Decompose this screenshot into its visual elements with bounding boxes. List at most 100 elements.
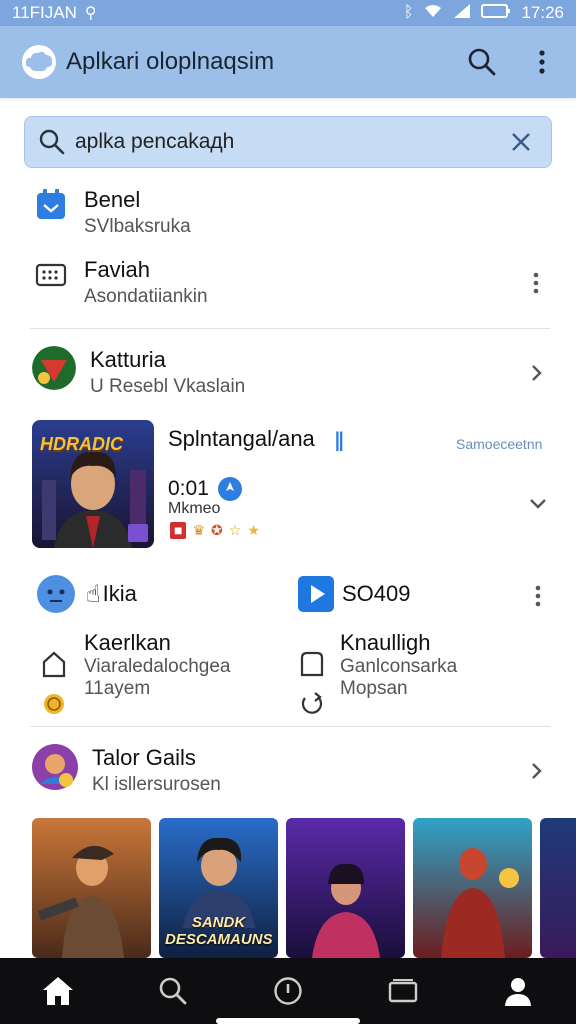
section-avatar — [32, 744, 78, 790]
grid-more-button[interactable] — [522, 580, 554, 612]
search-button[interactable] — [466, 46, 498, 78]
game-thumbnail[interactable] — [32, 818, 151, 958]
search-input[interactable] — [75, 130, 505, 154]
keyboard-icon — [32, 256, 70, 294]
featured-game-name[interactable]: Splntangal/ana — [168, 426, 315, 452]
featured-game-subtitle: Mkmeo — [168, 500, 221, 517]
search-icon — [159, 977, 187, 1005]
grid-item-subtitle: Ganlconsarka — [340, 656, 458, 677]
status-time: 17:26 — [521, 3, 564, 22]
profile-icon — [505, 978, 532, 1006]
star-outline-icon: ☆ — [228, 522, 242, 538]
section-open-button[interactable] — [520, 755, 552, 787]
grid-item-meta: 11ayem — [84, 678, 151, 699]
grid-item-ikia[interactable]: ☝ Ikia — [36, 574, 137, 614]
more-vert-icon — [535, 585, 541, 607]
play-store-icon — [298, 576, 334, 612]
game-thumbnail[interactable] — [413, 818, 532, 958]
open-button[interactable] — [520, 357, 552, 389]
grid-item-kaerlkan[interactable]: Kaerlkan Viaraledalochgea 11ayem — [40, 630, 231, 716]
nav-search-button[interactable] — [149, 967, 197, 1015]
grid-item-title: Knaulligh — [340, 630, 431, 655]
list-item-subtitle: U Resebl Vkaslain — [90, 376, 246, 397]
search-icon — [39, 129, 65, 155]
award-icon: ✪ — [211, 522, 223, 538]
inbox-icon — [32, 186, 70, 224]
divider — [30, 726, 550, 727]
grid-item-subtitle: Viaraledalochgea — [84, 656, 231, 677]
app-logo-icon — [22, 45, 56, 79]
featured-game-tag[interactable]: Samoeceetnn — [456, 436, 542, 452]
chevron-down-icon — [530, 499, 546, 509]
nav-updates-button[interactable] — [264, 967, 312, 1015]
home-icon — [42, 977, 73, 1005]
featured-game-thumbnail[interactable]: HDRADIC — [32, 420, 154, 548]
grid-item-knaulligh[interactable]: Knaulligh Ganlconsarka Mopsan — [298, 630, 457, 716]
signal-icon — [453, 3, 471, 24]
rating-value: 0:01 — [168, 477, 209, 500]
nav-profile-button[interactable] — [494, 967, 542, 1015]
list-item-subtitle: Asondatiiankin — [84, 286, 208, 307]
game-thumbnail[interactable] — [286, 818, 405, 958]
status-bar: 11FIJAN ⚲ ᛒ 17:26 — [0, 0, 576, 26]
featured-game-logo-text: HDRADIC — [40, 434, 123, 454]
bottom-navigation — [0, 958, 576, 1024]
download-badge-icon — [217, 477, 242, 501]
nav-home-button[interactable] — [34, 967, 82, 1015]
search-bar — [24, 116, 552, 168]
battery-icon — [481, 3, 511, 24]
section-subtitle: Kl isllersurosen — [92, 774, 221, 795]
star-icon: ★ — [247, 522, 260, 538]
crown-icon: ♛ — [192, 522, 206, 538]
game-carousel[interactable]: SANDK DESCAMAUNS — [32, 818, 576, 958]
grid-item-title: Ikia — [102, 581, 137, 606]
search-icon — [468, 48, 496, 76]
more-vert-icon — [533, 272, 539, 294]
expand-button[interactable] — [522, 488, 554, 520]
section-header[interactable]: Talor Gails Kl isllersurosen — [32, 744, 552, 798]
verified-icon: ∥ — [334, 430, 344, 452]
age-rating-icon: ■ — [170, 522, 187, 539]
nav-library-button[interactable] — [379, 967, 427, 1015]
face-icon — [37, 575, 75, 613]
list-item-title: Benel — [84, 187, 141, 212]
list-item-title: Faviah — [84, 257, 151, 282]
grid-item-so409[interactable]: SO409 — [298, 576, 411, 612]
grid-item-title: SO409 — [342, 581, 411, 606]
timer-icon — [44, 694, 64, 714]
chevron-right-icon — [532, 763, 542, 779]
refresh-icon — [301, 692, 323, 714]
item-more-button[interactable] — [520, 267, 552, 299]
notification-icon: ⚲ — [84, 5, 97, 22]
more-vert-icon — [539, 50, 545, 74]
wifi-icon — [423, 3, 443, 24]
section-title: Talor Gails — [92, 745, 196, 770]
library-icon — [388, 979, 418, 1003]
game-thumbnail[interactable]: SANDK DESCAMAUNS — [159, 818, 278, 958]
grid-item-meta: Mopsan — [340, 678, 408, 699]
list-item-benel[interactable]: Benel SVlbaksruka — [32, 186, 552, 240]
chevron-right-icon — [532, 365, 542, 381]
info-icon — [274, 977, 302, 1005]
featured-game-rating: 0:01 — [168, 476, 243, 502]
featured-game-badges: ■ ♛ ✪ ☆ ★ — [170, 522, 260, 539]
close-icon — [512, 133, 530, 151]
app-avatar — [32, 346, 76, 390]
list-item-subtitle: SVlbaksruka — [84, 216, 191, 237]
tag-icon — [300, 651, 324, 677]
more-options-button[interactable] — [526, 46, 558, 78]
bluetooth-icon: ᛒ — [403, 4, 414, 21]
status-left-text: 11FIJAN — [12, 3, 77, 22]
list-item-katturia[interactable]: Katturia U Resebl Vkaslain — [32, 346, 552, 400]
thumbnail-label: SANDK DESCAMAUNS — [165, 914, 273, 948]
hand-icon: ☝ — [86, 580, 101, 608]
list-item-faviah[interactable]: Faviah Asondatiiankin — [32, 256, 552, 310]
home-indicator[interactable] — [216, 1018, 360, 1024]
list-item-title: Katturia — [90, 347, 166, 372]
lock-icon — [42, 651, 66, 678]
divider — [30, 328, 550, 329]
app-bar: Aplkari oloplnaqsim — [0, 26, 576, 98]
clear-search-button[interactable] — [505, 126, 537, 158]
game-thumbnail[interactable] — [540, 818, 576, 958]
app-title: Aplkari oloplnaqsim — [66, 48, 275, 75]
